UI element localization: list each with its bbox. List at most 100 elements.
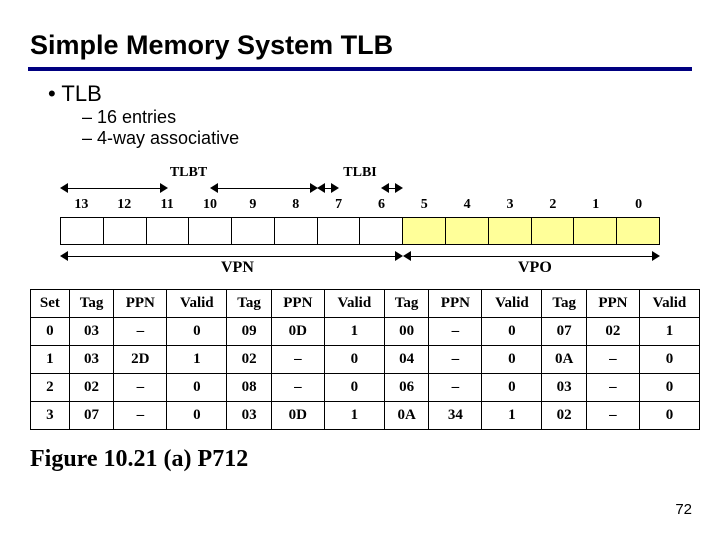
th-tag: Tag (227, 290, 271, 318)
table-cell: 0 (31, 318, 70, 346)
table-cell: 0A (384, 402, 428, 430)
bit-8: 8 (274, 197, 317, 213)
table-cell: 0 (639, 346, 699, 374)
th-tag: Tag (384, 290, 428, 318)
bit-cell (275, 218, 318, 244)
bit-cell (446, 218, 489, 244)
th-ppn: PPN (429, 290, 482, 318)
bit-cell (403, 218, 446, 244)
slide-title: Simple Memory System TLB (30, 30, 690, 61)
table-cell: 07 (69, 402, 113, 430)
table-cell: 0 (482, 374, 542, 402)
bit-0: 0 (617, 197, 660, 213)
vpn-label: VPN (215, 259, 260, 277)
bullet-tlb: TLB (48, 81, 690, 107)
th-ppn: PPN (271, 290, 324, 318)
bit-7: 7 (317, 197, 360, 213)
table-cell: 3 (31, 402, 70, 430)
table-cell: 0A (542, 346, 586, 374)
table-cell: 0 (324, 374, 384, 402)
bit-numbers: 13 12 11 10 9 8 7 6 5 4 3 2 1 0 (60, 197, 660, 213)
bit-cell (532, 218, 575, 244)
table-cell: 02 (227, 346, 271, 374)
table-cell: 0 (482, 346, 542, 374)
table-cell: – (586, 346, 639, 374)
table-cell: 03 (69, 318, 113, 346)
table-cell: 0D (271, 402, 324, 430)
bit-12: 12 (103, 197, 146, 213)
bit-4: 4 (446, 197, 489, 213)
bit-6: 6 (360, 197, 403, 213)
tlbi-arrow-right (381, 183, 403, 195)
table-cell: 1 (639, 318, 699, 346)
table-row: 202–008–006–003–0 (31, 374, 700, 402)
table-cell: 0 (639, 402, 699, 430)
bit-cell (617, 218, 659, 244)
table-cell: 08 (227, 374, 271, 402)
table-cell: 0 (167, 374, 227, 402)
bit-3: 3 (489, 197, 532, 213)
bit-cell (104, 218, 147, 244)
th-valid: Valid (167, 290, 227, 318)
table-cell: 1 (31, 346, 70, 374)
table-row: 307–0030D10A34102–0 (31, 402, 700, 430)
table-cell: 0 (482, 318, 542, 346)
table-cell: 1 (324, 318, 384, 346)
table-cell: 2D (114, 346, 167, 374)
table-cell: 0 (324, 346, 384, 374)
table-cell: 03 (542, 374, 586, 402)
table-cell: 0 (167, 402, 227, 430)
tlb-table: Set Tag PPN Valid Tag PPN Valid Tag PPN … (30, 289, 700, 430)
bit-10: 10 (189, 197, 232, 213)
th-valid: Valid (639, 290, 699, 318)
table-cell: 02 (586, 318, 639, 346)
table-cell: 34 (429, 402, 482, 430)
table-cell: 06 (384, 374, 428, 402)
table-row: 003–0090D100–007021 (31, 318, 700, 346)
th-valid: Valid (482, 290, 542, 318)
th-tag: Tag (69, 290, 113, 318)
table-cell: – (271, 374, 324, 402)
bit-9: 9 (231, 197, 274, 213)
table-cell: 04 (384, 346, 428, 374)
table-cell: 09 (227, 318, 271, 346)
tlbi-label: TLBI (317, 165, 403, 181)
table-cell: 02 (542, 402, 586, 430)
table-cell: 02 (69, 374, 113, 402)
vpo-label: VPO (512, 259, 558, 277)
th-ppn: PPN (586, 290, 639, 318)
table-header-row: Set Tag PPN Valid Tag PPN Valid Tag PPN … (31, 290, 700, 318)
bit-cell (360, 218, 403, 244)
table-cell: – (271, 346, 324, 374)
bit-cell (189, 218, 232, 244)
th-ppn: PPN (114, 290, 167, 318)
th-set: Set (31, 290, 70, 318)
table-cell: 0 (167, 318, 227, 346)
th-valid: Valid (324, 290, 384, 318)
bit-11: 11 (146, 197, 189, 213)
table-cell: – (114, 318, 167, 346)
bullet-assoc: 4-way associative (82, 128, 690, 149)
bit-cell (147, 218, 190, 244)
page-number: 72 (675, 501, 692, 518)
table-cell: – (429, 374, 482, 402)
bit-5: 5 (403, 197, 446, 213)
bit-cell (61, 218, 104, 244)
table-cell: 00 (384, 318, 428, 346)
table-cell: 0D (271, 318, 324, 346)
table-cell: – (429, 318, 482, 346)
figure-caption: Figure 10.21 (a) P712 (30, 446, 690, 473)
bullet-entries: 16 entries (82, 107, 690, 128)
bit-cell (318, 218, 361, 244)
bit-cell (232, 218, 275, 244)
table-cell: 0 (639, 374, 699, 402)
table-cell: 03 (227, 402, 271, 430)
bit-cell (574, 218, 617, 244)
tlbt-label: TLBT (60, 165, 317, 181)
table-cell: – (586, 402, 639, 430)
tlbt-arrow-left (60, 183, 168, 195)
table-cell: 1 (324, 402, 384, 430)
title-rule (28, 67, 692, 71)
table-row: 1032D102–004–00A–0 (31, 346, 700, 374)
table-cell: 1 (482, 402, 542, 430)
